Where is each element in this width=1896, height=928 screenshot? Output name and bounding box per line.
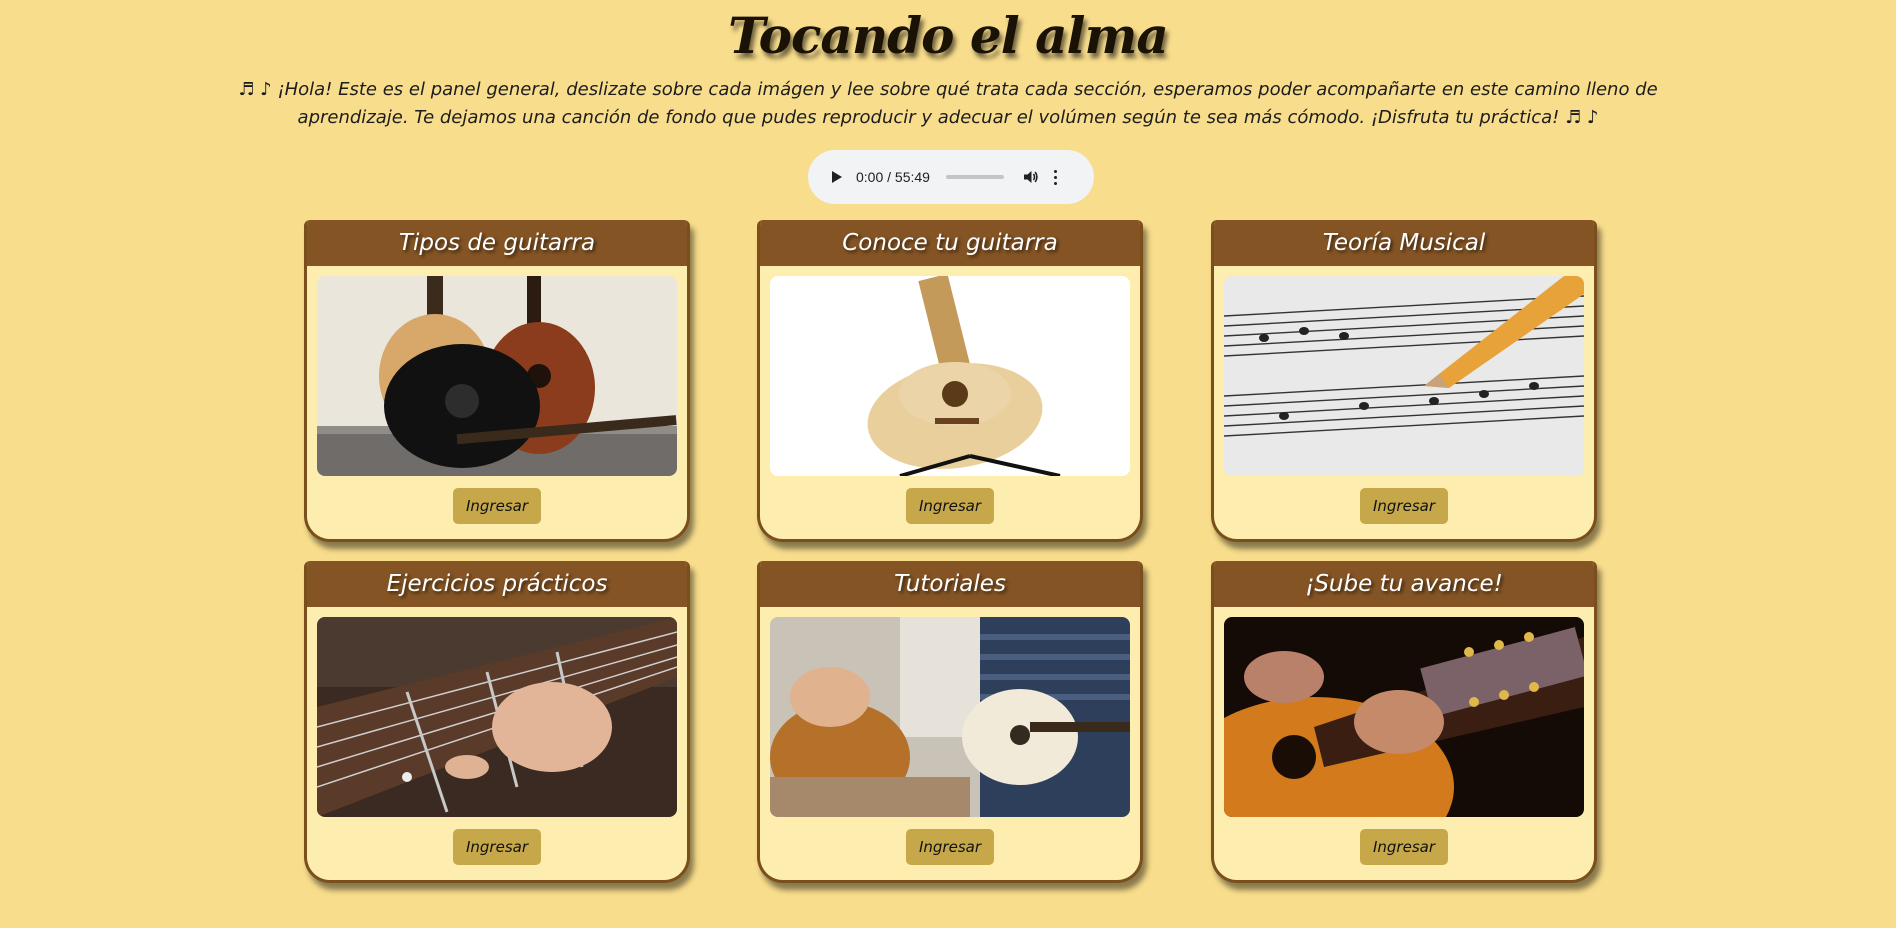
- card-title: Ejercicios prácticos: [307, 561, 687, 607]
- play-icon[interactable]: [832, 171, 842, 183]
- audio-progress-bar[interactable]: [945, 175, 1004, 179]
- volume-icon[interactable]: [1022, 168, 1040, 186]
- audio-time: 0:00 / 55:49: [856, 169, 930, 185]
- fretboard-hand-image: [317, 617, 677, 817]
- page-title: Tocando el alma: [728, 6, 1169, 65]
- card-title: Conoce tu guitarra: [760, 220, 1140, 266]
- card-conoce-tu-guitarra: Conoce tu guitarra Ingresar: [757, 220, 1143, 542]
- card-title: Teoría Musical: [1214, 220, 1594, 266]
- card-title: Tipos de guitarra: [307, 220, 687, 266]
- audio-player[interactable]: 0:00 / 55:49: [808, 150, 1094, 204]
- page: Tocando el alma ♬ ♪ ¡Hola! Este es el pa…: [0, 0, 1896, 928]
- card-tipos-de-guitarra: Tipos de guitarra Ingresar: [304, 220, 690, 542]
- ingresar-button[interactable]: Ingresar: [1359, 488, 1449, 524]
- playing-guitar-image: [1224, 617, 1584, 817]
- card-title: Tutoriales: [760, 561, 1140, 607]
- card-ejercicios-practicos: Ejercicios prácticos Ingresar: [304, 561, 690, 883]
- classical-guitar-image: [770, 276, 1130, 476]
- card-tutoriales: Tutoriales Ingresar: [757, 561, 1143, 883]
- intro-text: ♬ ♪ ¡Hola! Este es el panel general, des…: [238, 79, 1658, 128]
- card-teoria-musical: Teoría Musical Ingresar: [1211, 220, 1597, 542]
- acoustic-guitars-image: [317, 276, 677, 476]
- sheet-music-image: [1224, 276, 1584, 476]
- ingresar-button[interactable]: Ingresar: [1359, 829, 1449, 865]
- ingresar-button[interactable]: Ingresar: [452, 829, 542, 865]
- guitar-lesson-image: [770, 617, 1130, 817]
- ingresar-button[interactable]: Ingresar: [452, 488, 542, 524]
- ingresar-button[interactable]: Ingresar: [905, 488, 995, 524]
- card-sube-tu-avance: ¡Sube tu avance! Ingresar: [1211, 561, 1597, 883]
- more-vert-icon[interactable]: [1053, 169, 1058, 185]
- ingresar-button[interactable]: Ingresar: [905, 829, 995, 865]
- card-title: ¡Sube tu avance!: [1214, 561, 1594, 607]
